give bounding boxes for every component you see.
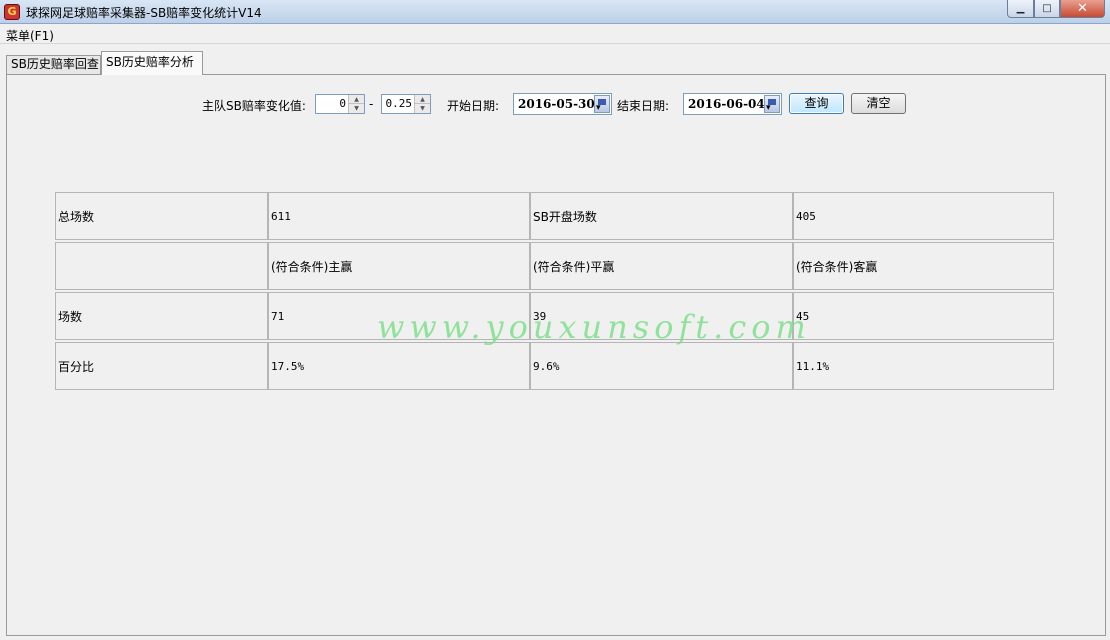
end-date-value: 2016-06-04	[688, 97, 765, 111]
calendar-dropdown-icon[interactable]	[764, 95, 780, 113]
tab-history-analysis[interactable]: SB历史赔率分析	[101, 51, 203, 75]
stats-cell: 百分比	[55, 342, 268, 390]
end-date-picker[interactable]: 2016-06-04	[683, 93, 782, 115]
max-change-arrows: ▲ ▼	[414, 95, 430, 113]
end-date-label: 结束日期:	[617, 99, 670, 113]
odds-change-label: 主队SB赔率变化值:	[202, 99, 306, 113]
calendar-dropdown-icon[interactable]	[594, 95, 610, 113]
stats-cell: 总场数	[55, 192, 268, 240]
tab-history-lookup[interactable]: SB历史赔率回查	[6, 55, 101, 74]
clear-button[interactable]: 清空	[851, 93, 906, 114]
start-date-label: 开始日期:	[447, 99, 500, 113]
min-change-value: 0	[339, 97, 346, 110]
query-button[interactable]: 查询	[789, 93, 844, 114]
stats-cell: (符合条件)客赢	[793, 242, 1054, 290]
maximize-button[interactable]: □	[1034, 0, 1060, 18]
max-change-value: 0.25	[385, 97, 413, 110]
stats-cell	[55, 242, 268, 290]
stats-cell: 场数	[55, 292, 268, 340]
window-controls: ▁ □ ✕	[1007, 0, 1105, 18]
app-logo-icon: G	[4, 4, 20, 20]
stats-cell: 9.6%	[530, 342, 793, 390]
stats-cell: SB开盘场数	[530, 192, 793, 240]
spin-down-icon[interactable]: ▼	[415, 104, 430, 113]
min-change-stepper[interactable]: 0 ▲ ▼	[315, 94, 365, 114]
minimize-button[interactable]: ▁	[1007, 0, 1034, 18]
stats-cell: (符合条件)主赢	[268, 242, 530, 290]
start-date-picker[interactable]: 2016-05-30	[513, 93, 612, 115]
stats-cell: 11.1%	[793, 342, 1054, 390]
menu-bar: 菜单(F1)	[0, 24, 1110, 44]
stats-cell: 611	[268, 192, 530, 240]
spin-up-icon[interactable]: ▲	[349, 95, 364, 104]
range-separator: -	[369, 97, 374, 111]
spin-up-icon[interactable]: ▲	[415, 95, 430, 104]
min-change-arrows: ▲ ▼	[348, 95, 364, 113]
maximize-icon: □	[1042, 3, 1052, 14]
start-date-value: 2016-05-30	[518, 97, 595, 111]
stats-cell: 405	[793, 192, 1054, 240]
max-change-stepper[interactable]: 0.25 ▲ ▼	[381, 94, 431, 114]
stats-cell: 45	[793, 292, 1054, 340]
menu-item-main[interactable]: 菜单(F1)	[6, 27, 54, 44]
title-bar[interactable]: G 球探网足球赔率采集器-SB赔率变化统计V14 ▁ □ ✕	[0, 0, 1110, 24]
stats-cell: 39	[530, 292, 793, 340]
window-title: 球探网足球赔率采集器-SB赔率变化统计V14	[26, 6, 262, 20]
stats-cell: 17.5%	[268, 342, 530, 390]
minimize-icon: ▁	[1016, 3, 1025, 14]
close-button[interactable]: ✕	[1060, 0, 1105, 18]
spin-down-icon[interactable]: ▼	[349, 104, 364, 113]
close-icon: ✕	[1077, 1, 1088, 16]
stats-cell: (符合条件)平赢	[530, 242, 793, 290]
stats-cell: 71	[268, 292, 530, 340]
